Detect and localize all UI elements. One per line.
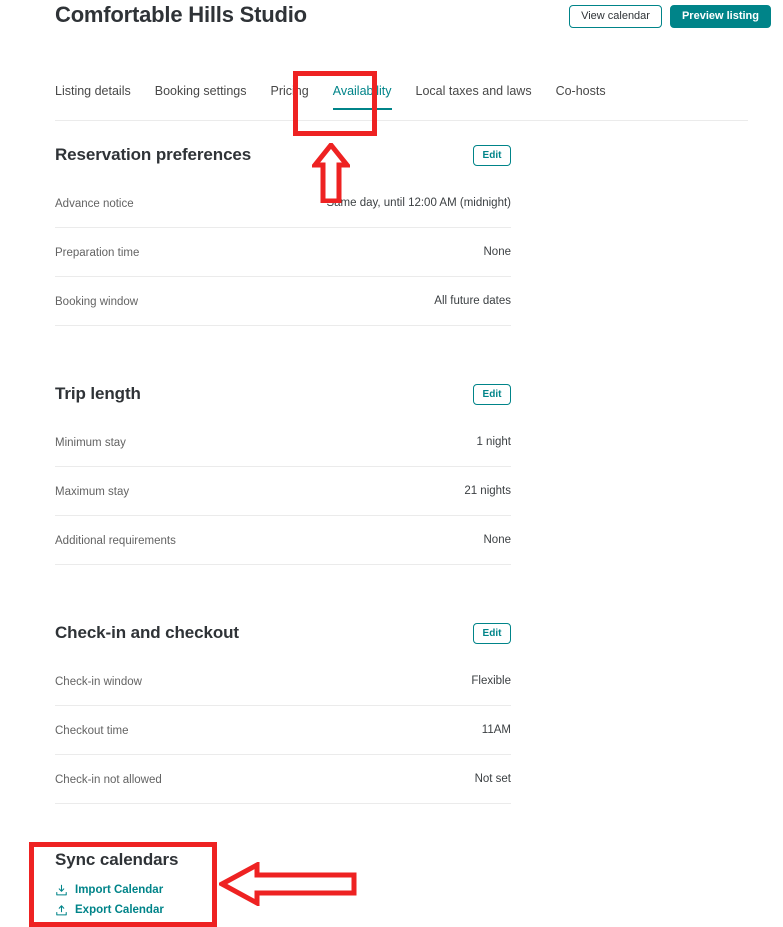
section-sync-calendars: Sync calendars Import Calendar Export Ca…: [55, 850, 305, 923]
row-label: Advance notice: [55, 198, 134, 210]
table-row[interactable]: Checkout time 11AM: [55, 706, 511, 755]
section-title: Trip length: [55, 384, 141, 403]
section-header: Check-in and checkout Edit: [55, 609, 511, 657]
listing-tabs: Listing details Booking settings Pricing…: [55, 84, 748, 121]
header-actions: View calendar Preview listing: [569, 5, 771, 28]
row-label: Booking window: [55, 296, 139, 308]
table-row[interactable]: Check-in not allowed Not set: [55, 755, 511, 804]
section-divider-space: [55, 326, 511, 370]
row-label: Check-in window: [55, 676, 142, 688]
tab-listing-details[interactable]: Listing details: [55, 84, 145, 110]
row-label: Check-in not allowed: [55, 774, 162, 786]
row-value: Flexible: [471, 675, 511, 687]
row-value: None: [483, 534, 512, 546]
availability-settings-panel: Reservation preferences Edit Advance not…: [55, 131, 511, 804]
import-calendar-label: Import Calendar: [75, 884, 164, 896]
table-row[interactable]: Maximum stay 21 nights: [55, 467, 511, 516]
export-calendar-icon: [55, 904, 68, 917]
table-row[interactable]: Booking window All future dates: [55, 277, 511, 326]
preview-listing-button[interactable]: Preview listing: [669, 5, 771, 28]
sync-calendars-title: Sync calendars: [55, 850, 179, 869]
section-reservation-preferences: Reservation preferences Edit Advance not…: [55, 131, 511, 326]
edit-check-in-and-checkout-button[interactable]: Edit: [473, 622, 511, 644]
row-value: 21 nights: [464, 485, 511, 497]
row-label: Preparation time: [55, 247, 140, 259]
row-value: 11AM: [481, 724, 511, 736]
row-value: Not set: [474, 773, 511, 785]
tab-co-hosts[interactable]: Co-hosts: [556, 84, 620, 110]
edit-trip-length-button[interactable]: Edit: [473, 383, 511, 405]
tab-pricing[interactable]: Pricing: [270, 84, 322, 110]
import-calendar-icon: [55, 884, 68, 897]
tab-availability[interactable]: Availability: [332, 84, 406, 110]
table-row[interactable]: Preparation time None: [55, 228, 511, 277]
row-value: Same day, until 12:00 AM (midnight): [326, 197, 511, 209]
page-header: Comfortable Hills Studio View calendar P…: [0, 0, 783, 60]
row-value: 1 night: [476, 436, 511, 448]
edit-reservation-preferences-button[interactable]: Edit: [473, 144, 511, 166]
table-row[interactable]: Advance notice Same day, until 12:00 AM …: [55, 179, 511, 228]
row-value: All future dates: [434, 295, 511, 307]
row-label: Minimum stay: [55, 437, 126, 449]
table-row[interactable]: Check-in window Flexible: [55, 657, 511, 706]
export-calendar-link[interactable]: Export Calendar: [55, 903, 305, 917]
row-value: None: [483, 246, 512, 258]
section-header: Reservation preferences Edit: [55, 131, 511, 179]
tab-booking-settings[interactable]: Booking settings: [155, 84, 261, 110]
section-title: Check-in and checkout: [55, 623, 239, 642]
import-calendar-link[interactable]: Import Calendar: [55, 883, 305, 897]
section-divider-space: [55, 565, 511, 609]
page-title: Comfortable Hills Studio: [55, 2, 307, 27]
row-label: Checkout time: [55, 725, 129, 737]
section-check-in-and-checkout: Check-in and checkout Edit Check-in wind…: [55, 609, 511, 804]
row-label: Additional requirements: [55, 535, 176, 547]
section-title: Reservation preferences: [55, 145, 252, 164]
table-row[interactable]: Additional requirements None: [55, 516, 511, 565]
view-calendar-button[interactable]: View calendar: [569, 5, 662, 28]
row-label: Maximum stay: [55, 486, 130, 498]
section-trip-length: Trip length Edit Minimum stay 1 night Ma…: [55, 370, 511, 565]
tab-local-taxes-and-laws[interactable]: Local taxes and laws: [416, 84, 546, 110]
export-calendar-label: Export Calendar: [75, 904, 164, 916]
section-header: Trip length Edit: [55, 370, 511, 418]
table-row[interactable]: Minimum stay 1 night: [55, 418, 511, 467]
